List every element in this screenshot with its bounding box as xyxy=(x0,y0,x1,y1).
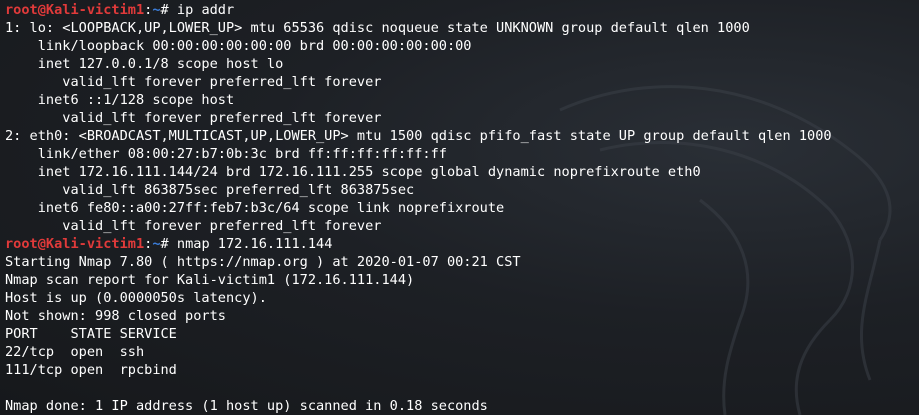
output-line: 22/tcp open ssh xyxy=(5,344,145,360)
output-line: valid_lft 863875sec preferred_lft 863875… xyxy=(5,182,415,198)
prompt-path: ~ xyxy=(152,2,161,18)
output-line: Nmap done: 1 IP address (1 host up) scan… xyxy=(5,398,488,414)
prompt-line: root@Kali-victim1:~# ip addr xyxy=(5,1,919,19)
output-line: inet 127.0.0.1/8 scope host lo xyxy=(5,56,284,72)
output-line: inet6 fe80::a00:27ff:feb7:b3c/64 scope l… xyxy=(5,200,505,216)
prompt-line: root@Kali-victim1:~# nmap 172.16.111.144 xyxy=(5,235,919,253)
prompt-symbol: # xyxy=(160,2,177,18)
output-line: Not shown: 998 closed ports xyxy=(5,308,226,324)
output-line: 111/tcp open rpcbind xyxy=(5,362,177,378)
prompt-symbol: # xyxy=(160,236,177,252)
command-text: ip addr xyxy=(176,2,235,18)
output-line: valid_lft forever preferred_lft forever xyxy=(5,110,382,126)
output-line: inet 172.16.111.144/24 brd 172.16.111.25… xyxy=(5,164,701,180)
terminal-output[interactable]: root@Kali-victim1:~# ip addr 1: lo: <LOOP… xyxy=(5,1,919,415)
output-line: 2: eth0: <BROADCAST,MULTICAST,UP,LOWER_U… xyxy=(5,128,832,144)
output-line: valid_lft forever preferred_lft forever xyxy=(5,74,382,90)
output-line: PORT STATE SERVICE xyxy=(5,326,177,342)
output-line: Nmap scan report for Kali-victim1 (172.1… xyxy=(5,272,415,288)
output-line: link/ether 08:00:27:b7:0b:3c brd ff:ff:f… xyxy=(5,146,447,162)
command-text: nmap 172.16.111.144 xyxy=(176,236,333,252)
prompt-path: ~ xyxy=(152,236,161,252)
output-line: valid_lft forever preferred_lft forever xyxy=(5,218,382,234)
output-line: link/loopback 00:00:00:00:00:00 brd 00:0… xyxy=(5,38,472,54)
terminal-window[interactable]: root@Kali-victim1:~# ip addr 1: lo: <LOOP… xyxy=(0,0,919,415)
prompt-user-host: root@Kali-victim1 xyxy=(5,2,145,18)
output-line: inet6 ::1/128 scope host xyxy=(5,92,235,108)
output-line: Starting Nmap 7.80 ( https://nmap.org ) … xyxy=(5,254,521,270)
prompt-user-host: root@Kali-victim1 xyxy=(5,236,145,252)
output-line: 1: lo: <LOOPBACK,UP,LOWER_UP> mtu 65536 … xyxy=(5,20,750,36)
output-line: Host is up (0.0000050s latency). xyxy=(5,290,267,306)
